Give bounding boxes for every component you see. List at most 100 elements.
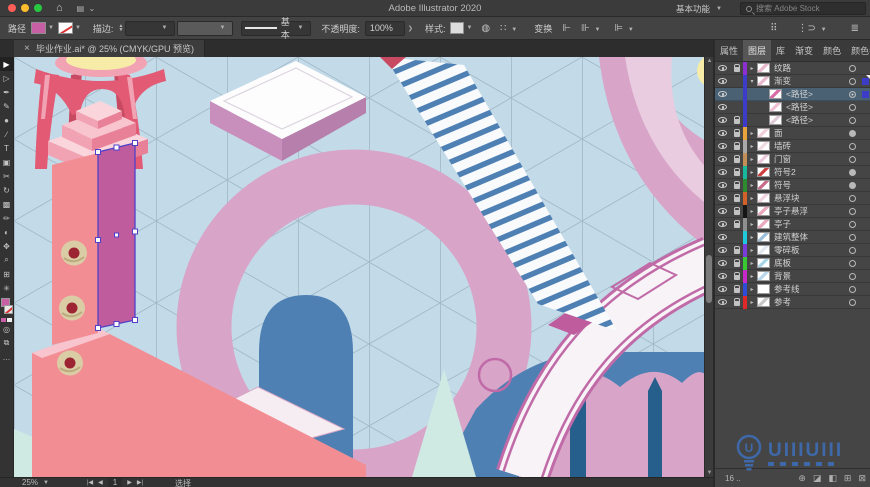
layer-thumbnail[interactable] <box>757 258 770 268</box>
lock-toggle[interactable] <box>730 298 743 306</box>
selection-tool[interactable]: ▶ <box>0 57 14 71</box>
layer-name[interactable]: <路径> <box>786 88 845 100</box>
rotate-tool[interactable]: ↻ <box>0 183 14 197</box>
expand-arrow-icon[interactable]: ▸ <box>747 221 757 228</box>
layer-thumbnail[interactable] <box>757 245 770 255</box>
expand-arrow-icon[interactable]: ▸ <box>747 286 757 293</box>
gradient-tool[interactable]: ▩ <box>0 197 14 211</box>
target-circle[interactable] <box>845 168 859 176</box>
lock-toggle[interactable] <box>730 64 743 72</box>
layer-thumbnail[interactable] <box>757 206 770 216</box>
stroke-weight-stepper[interactable]: ▲ ▼ <box>118 24 123 33</box>
layer-name[interactable]: 门窗 <box>774 153 845 165</box>
expand-arrow-icon[interactable]: ▸ <box>747 182 757 189</box>
hand-tool[interactable]: ✥ <box>0 239 14 253</box>
layer-row[interactable]: ▸ 背景 <box>715 269 870 283</box>
layer-sub-row[interactable]: <路径> <box>715 87 870 101</box>
opacity-panel-arrow-icon[interactable]: ❯ <box>408 25 413 32</box>
stroke-chevron-icon[interactable]: ▼ <box>75 25 81 31</box>
graphic-style-swatch[interactable] <box>450 22 465 34</box>
transform-link[interactable]: 变换 <box>534 22 552 35</box>
delete-layer-icon[interactable]: ⊠ <box>858 473 866 484</box>
align-objects-icon[interactable]: ⊩ <box>562 23 571 34</box>
expand-arrow-icon[interactable]: ▸ <box>747 130 757 137</box>
scissors-tool[interactable]: ✂ <box>0 169 14 183</box>
distribute-objects-icon[interactable]: ⊪ ▼ <box>581 23 604 34</box>
expand-arrow-icon[interactable]: ▸ <box>747 247 757 254</box>
symbol-sprayer-tool[interactable]: ✳ <box>0 281 14 295</box>
visibility-toggle[interactable] <box>715 91 730 97</box>
layer-name[interactable]: 零碎板 <box>774 244 845 256</box>
previous-artboard-button[interactable]: ◀ <box>98 479 103 486</box>
lock-toggle[interactable] <box>730 220 743 228</box>
lock-toggle[interactable] <box>730 181 743 189</box>
stroke-weight-dropdown[interactable]: ▼ <box>125 20 176 36</box>
visibility-toggle[interactable] <box>715 143 730 149</box>
target-circle[interactable] <box>845 129 859 137</box>
target-circle[interactable] <box>845 233 859 241</box>
layer-name[interactable]: 背景 <box>774 270 845 282</box>
visibility-toggle[interactable] <box>715 247 730 253</box>
vertical-scrollbar[interactable]: ▲ ▼ <box>704 57 713 477</box>
layer-row[interactable]: ▸ 悬浮块 <box>715 191 870 205</box>
layer-row[interactable]: ▸ 门窗 <box>715 152 870 166</box>
fill-stroke-indicator[interactable] <box>0 298 14 316</box>
visibility-toggle[interactable] <box>715 78 730 84</box>
variable-width-dropdown[interactable]: ▼ <box>177 20 234 36</box>
layer-thumbnail[interactable] <box>757 297 770 307</box>
lock-toggle[interactable] <box>730 246 743 254</box>
pen-tool[interactable]: ✒ <box>0 85 14 99</box>
paintbrush-tool[interactable]: ✏ <box>0 211 14 225</box>
new-layer-icon[interactable]: ⊞ <box>844 473 852 484</box>
visibility-toggle[interactable] <box>715 169 730 175</box>
target-circle[interactable] <box>845 181 859 189</box>
expand-arrow-icon[interactable]: ▸ <box>747 299 757 306</box>
layer-name[interactable]: 亭子 <box>774 218 845 230</box>
visibility-toggle[interactable] <box>715 299 730 305</box>
layer-thumbnail[interactable] <box>757 219 770 229</box>
fill-chevron-icon[interactable]: ▼ <box>48 25 54 31</box>
align-pixel-grid-icon[interactable]: ∷ ▼ <box>500 23 521 34</box>
layer-name[interactable]: <路径> <box>786 101 845 113</box>
layer-row[interactable]: ▸ 参考 <box>715 295 870 309</box>
new-sublayer-icon[interactable]: ◧ <box>828 473 837 484</box>
target-circle[interactable] <box>845 207 859 215</box>
target-circle[interactable] <box>845 90 859 98</box>
next-artboard-button[interactable]: ▶ <box>127 479 132 486</box>
layer-row[interactable]: ▸ 建筑整体 <box>715 230 870 244</box>
ellipse-tool[interactable]: ● <box>0 113 14 127</box>
expand-arrow-icon[interactable]: ▾ <box>747 78 757 85</box>
expand-arrow-icon[interactable]: ▸ <box>747 65 757 72</box>
layer-name[interactable]: 符号2 <box>774 166 845 178</box>
layer-name[interactable]: 墙砖 <box>774 140 845 152</box>
panel-tab-6[interactable]: 颜色参 <box>846 40 870 61</box>
visibility-toggle[interactable] <box>715 182 730 188</box>
visibility-toggle[interactable] <box>715 130 730 136</box>
lock-toggle[interactable] <box>730 155 743 163</box>
expand-arrow-icon[interactable]: ▸ <box>747 143 757 150</box>
target-circle[interactable] <box>845 77 859 85</box>
layer-row[interactable]: ▸ 亭子悬浮 <box>715 204 870 218</box>
layer-name[interactable]: 亭子悬浮 <box>774 205 845 217</box>
layer-thumbnail[interactable] <box>757 180 770 190</box>
layer-thumbnail[interactable] <box>757 154 770 164</box>
target-circle[interactable] <box>845 298 859 306</box>
target-circle[interactable] <box>845 246 859 254</box>
target-circle[interactable] <box>845 116 859 124</box>
lock-toggle[interactable] <box>730 168 743 176</box>
panel-options-icon[interactable]: ≣ <box>851 23 859 34</box>
panel-tab-4[interactable]: 渐变 <box>790 40 818 61</box>
layer-thumbnail[interactable] <box>769 115 782 125</box>
lock-toggle[interactable] <box>730 129 743 137</box>
panel-tab-5[interactable]: 颜色 <box>818 40 846 61</box>
panel-tab-2[interactable]: 图层 <box>743 40 772 61</box>
layer-name[interactable]: 建筑整体 <box>774 231 845 243</box>
last-artboard-button[interactable]: ▶| <box>137 479 143 486</box>
expand-arrow-icon[interactable]: ▸ <box>747 260 757 267</box>
layer-name[interactable]: 面 <box>774 127 845 139</box>
visibility-toggle[interactable] <box>715 65 730 71</box>
layer-thumbnail[interactable] <box>757 284 770 294</box>
expand-arrow-icon[interactable]: ▸ <box>747 169 757 176</box>
expand-arrow-icon[interactable]: ▸ <box>747 208 757 215</box>
close-document-icon[interactable]: × <box>24 43 30 54</box>
